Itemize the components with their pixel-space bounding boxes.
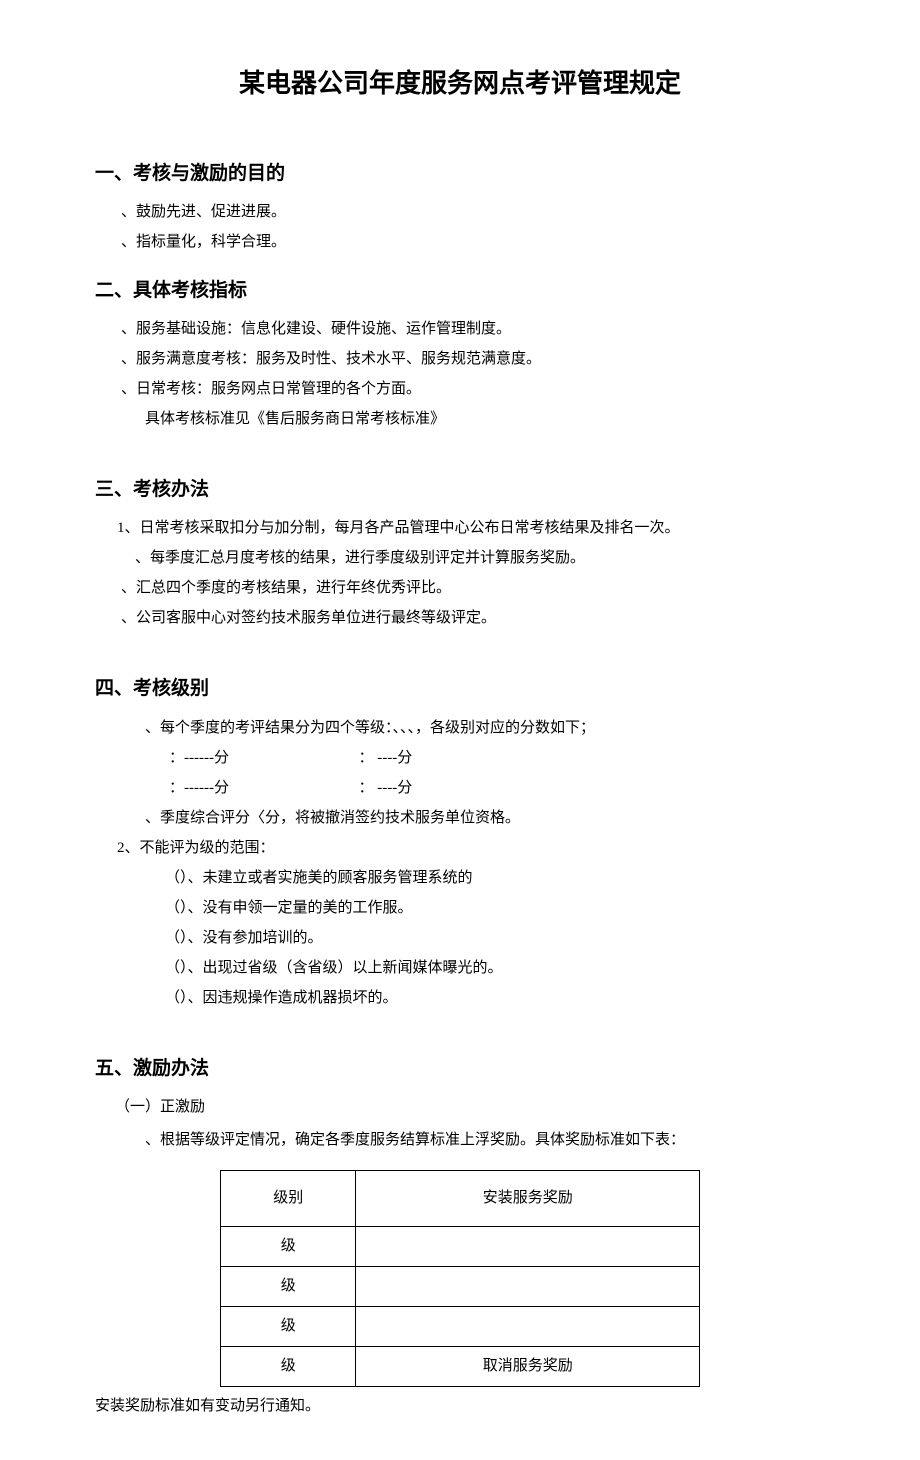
s4-paren-2: （）、没有申领一定量的美的工作服。 [165, 895, 825, 922]
s4-score-line-1: ：------分 ： ----分 [169, 745, 825, 772]
table-cell-reward: 取消服务奖励 [356, 1346, 700, 1386]
s1-item-1: 、鼓励先进、促进进展。 [121, 199, 825, 226]
section-3-heading: 三、考核办法 [95, 473, 825, 507]
s4-item-3: 2、不能评为级的范围： [117, 835, 825, 862]
s2-item-1: 、服务基础设施：信息化建设、硬件设施、运作管理制度。 [121, 316, 825, 343]
section-5-heading: 五、激励办法 [95, 1052, 825, 1086]
table-row: 级 [221, 1306, 700, 1346]
table-header-reward: 安装服务奖励 [356, 1170, 700, 1226]
s4-paren-5: （）、因违规操作造成机器损坏的。 [165, 985, 825, 1012]
s4-paren-1: （）、未建立或者实施美的顾客服务管理系统的 [165, 865, 825, 892]
section-4-heading: 四、考核级别 [95, 672, 825, 706]
table-cell-level: 级 [221, 1266, 356, 1306]
s2-item-2: 、服务满意度考核：服务及时性、技术水平、服务规范满意度。 [121, 346, 825, 373]
s5-item-1: 、根据等级评定情况，确定各季度服务结算标准上浮奖励。具体奖励标准如下表： [145, 1127, 825, 1154]
reward-table: 级别 安装服务奖励 级 级 级 级 取消服务奖励 [220, 1170, 700, 1387]
table-header-level: 级别 [221, 1170, 356, 1226]
document-title: 某电器公司年度服务网点考评管理规定 [95, 60, 825, 107]
s4-paren-4: （）、出现过省级（含省级）以上新闻媒体曝光的。 [165, 955, 825, 982]
footnote: 安装奖励标准如有变动另行通知。 [95, 1393, 825, 1420]
section-1-heading: 一、考核与激励的目的 [95, 157, 825, 191]
table-header-row: 级别 安装服务奖励 [221, 1170, 700, 1226]
section-2-heading: 二、具体考核指标 [95, 274, 825, 308]
table-cell-level: 级 [221, 1226, 356, 1266]
s2-item-4: 具体考核标准见《售后服务商日常考核标准》 [145, 406, 825, 433]
table-row: 级 [221, 1266, 700, 1306]
s4-paren-3: （）、没有参加培训的。 [165, 925, 825, 952]
s2-item-3: 、日常考核：服务网点日常管理的各个方面。 [121, 376, 825, 403]
s3-item-2: 、每季度汇总月度考核的结果，进行季度级别评定并计算服务奖励。 [135, 545, 825, 572]
s4-score-line-2: ：------分 ： ----分 [169, 775, 825, 802]
table-cell-level: 级 [221, 1306, 356, 1346]
s1-item-2: 、指标量化，科学合理。 [121, 229, 825, 256]
table-row: 级 取消服务奖励 [221, 1346, 700, 1386]
s5-sub-1: （一）正激励 [115, 1094, 825, 1121]
table-row: 级 [221, 1226, 700, 1266]
s4-score-2a: ：------分 [169, 775, 291, 802]
s3-item-1: 1、日常考核采取扣分与加分制，每月各产品管理中心公布日常考核结果及排名一次。 [117, 515, 825, 542]
s4-score-2b: ： ----分 [359, 780, 413, 796]
table-cell-reward [356, 1306, 700, 1346]
s3-item-4: 、公司客服中心对签约技术服务单位进行最终等级评定。 [121, 605, 825, 632]
s4-item-1: 、每个季度的考评结果分为四个等级：、、、，各级别对应的分数如下； [145, 715, 825, 742]
table-cell-reward [356, 1226, 700, 1266]
s4-score-1a: ：------分 [169, 745, 291, 772]
s3-item-3: 、汇总四个季度的考核结果，进行年终优秀评比。 [121, 575, 825, 602]
s4-score-1b: ： ----分 [359, 750, 413, 766]
table-cell-reward [356, 1266, 700, 1306]
table-cell-level: 级 [221, 1346, 356, 1386]
s4-item-2: 、季度综合评分〈分，将被撤消签约技术服务单位资格。 [145, 805, 825, 832]
